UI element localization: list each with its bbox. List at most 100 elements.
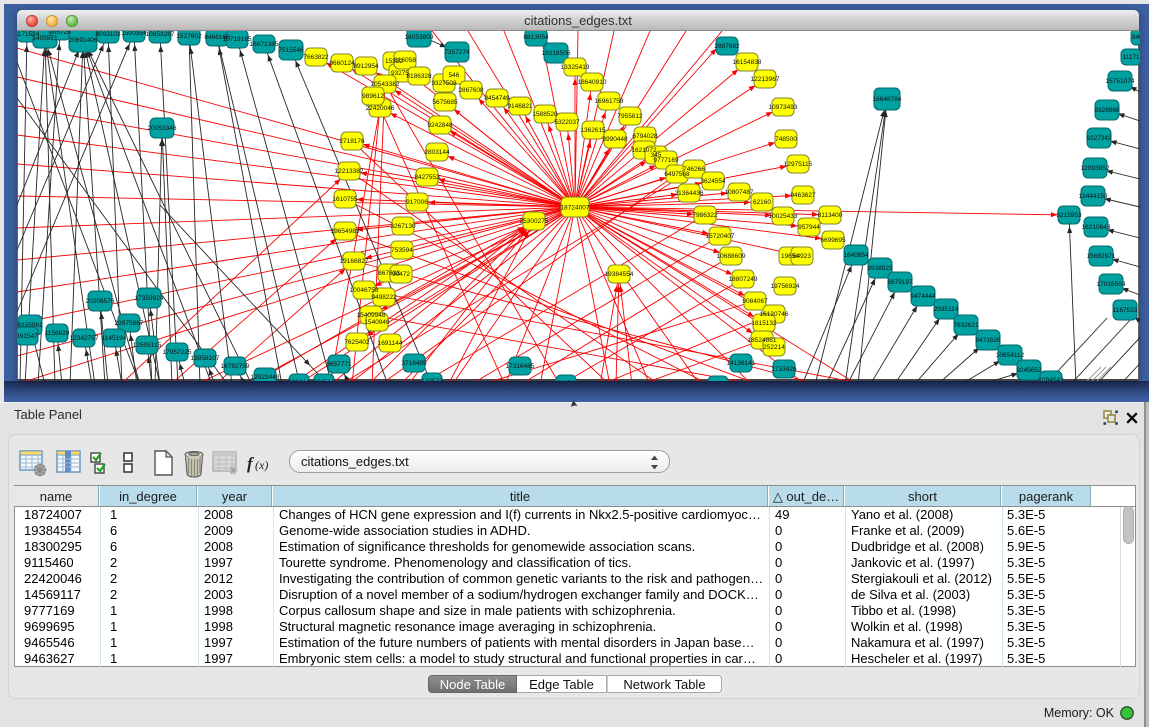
svg-text:8471626: 8471626: [975, 337, 1001, 344]
svg-text:13325419: 13325419: [561, 64, 590, 71]
svg-text:(x): (x): [255, 458, 268, 472]
svg-text:20206576: 20206576: [86, 298, 115, 305]
svg-text:9498222: 9498222: [371, 294, 397, 301]
svg-text:10025433: 10025433: [769, 213, 798, 220]
svg-text:9242848: 9242848: [427, 122, 453, 129]
svg-text:17016504: 17016504: [1097, 281, 1126, 288]
svg-text:12342757: 12342757: [70, 335, 99, 342]
svg-text:10807487: 10807487: [725, 189, 754, 196]
svg-text:9146821: 9146821: [507, 103, 533, 110]
svg-text:16671385: 16671385: [250, 41, 279, 48]
svg-text:92450: 92450: [557, 380, 575, 381]
svg-text:7515546: 7515546: [278, 47, 304, 54]
svg-text:15409948: 15409948: [357, 312, 386, 319]
svg-text:1527602: 1527602: [176, 33, 202, 40]
svg-text:19958107: 19958107: [191, 355, 220, 362]
svg-text:2867608: 2867608: [458, 87, 484, 94]
svg-text:19384554: 19384554: [605, 271, 634, 278]
svg-text:2887682: 2887682: [714, 43, 740, 50]
svg-text:1588520: 1588520: [532, 111, 558, 118]
svg-text:7955812: 7955812: [617, 113, 643, 120]
svg-text:753594: 753594: [391, 247, 413, 254]
svg-text:1167533: 1167533: [1113, 307, 1138, 314]
svg-text:17359924: 17359924: [135, 295, 164, 302]
svg-text:9245652: 9245652: [1016, 367, 1042, 374]
svg-text:16648784: 16648784: [873, 96, 902, 103]
svg-text:1405571: 1405571: [32, 35, 58, 42]
svg-text:62160: 62160: [753, 199, 771, 206]
svg-text:1610755: 1610755: [332, 196, 358, 203]
svg-text:14136141: 14136141: [727, 360, 756, 367]
svg-text:23975867: 23975867: [115, 320, 144, 327]
svg-text:8093103: 8093103: [95, 31, 121, 38]
svg-text:10973493: 10973493: [769, 104, 798, 111]
svg-text:20691406: 20691406: [69, 37, 98, 44]
svg-text:8813054: 8813054: [523, 34, 549, 41]
svg-text:3716485: 3716485: [401, 360, 427, 367]
svg-text:10654112: 10654112: [996, 352, 1025, 359]
svg-text:25300275: 25300275: [520, 218, 549, 225]
svg-text:10046758: 10046758: [350, 287, 379, 294]
svg-text:16210643: 16210643: [1082, 224, 1111, 231]
svg-text:10688609: 10688609: [717, 253, 746, 260]
svg-text:8454749: 8454749: [484, 95, 510, 102]
svg-text:19756924: 19756924: [771, 283, 800, 290]
svg-text:7357274: 7357274: [444, 49, 470, 56]
svg-text:9657771: 9657771: [326, 361, 352, 368]
svg-text:8912954: 8912954: [353, 63, 379, 70]
svg-text:252214: 252214: [763, 344, 785, 351]
svg-text:16154838: 16154838: [733, 59, 762, 66]
svg-text:746266: 746266: [683, 166, 705, 173]
svg-text:917006: 917006: [406, 199, 428, 206]
svg-text:1733426: 1733426: [771, 366, 797, 373]
svg-text:3267130: 3267130: [390, 223, 416, 230]
svg-text:15720407: 15720407: [706, 233, 735, 240]
svg-text:64923: 64923: [793, 253, 811, 260]
svg-text:8335061: 8335061: [17, 322, 43, 329]
svg-text:17316485: 17316485: [506, 363, 535, 370]
svg-text:1500354: 1500354: [121, 31, 147, 37]
svg-text:6794028: 6794028: [632, 133, 658, 140]
svg-text:9329966: 9329966: [1094, 107, 1120, 114]
svg-text:9474444: 9474444: [910, 293, 936, 300]
svg-text:3624554: 3624554: [700, 178, 726, 185]
svg-text:9084067: 9084067: [742, 298, 768, 305]
svg-text:10543382: 10543382: [371, 81, 400, 88]
svg-text:7625402: 7625402: [344, 339, 370, 346]
svg-text:12505115: 12505115: [133, 342, 162, 349]
svg-text:748500: 748500: [775, 136, 797, 143]
svg-text:2803144: 2803144: [424, 149, 450, 156]
svg-text:3215953: 3215953: [1056, 212, 1082, 219]
svg-text:9660124: 9660124: [329, 60, 355, 67]
svg-text:f: f: [247, 454, 255, 473]
svg-text:8113400: 8113400: [818, 212, 843, 219]
svg-text:12923448: 12923448: [251, 374, 280, 381]
svg-text:6699695: 6699695: [820, 237, 846, 244]
svg-text:12213967: 12213967: [751, 76, 780, 83]
svg-text:12444159: 12444159: [1079, 193, 1108, 200]
svg-text:5675685: 5675685: [432, 99, 458, 106]
svg-text:1540949: 1540949: [364, 319, 390, 326]
svg-text:19654983: 19654983: [331, 228, 360, 235]
svg-text:7986322: 7986322: [692, 212, 718, 219]
svg-text:804512: 804512: [313, 379, 335, 381]
svg-text:5322037: 5322037: [554, 119, 580, 126]
svg-text:12213382: 12213382: [335, 168, 364, 175]
svg-text:84620: 84620: [1132, 34, 1140, 41]
svg-text:18524861: 18524861: [748, 337, 777, 344]
svg-text:9463627: 9463627: [790, 192, 816, 199]
svg-text:2935114: 2935114: [934, 306, 959, 313]
svg-text:18807249: 18807249: [729, 276, 758, 283]
svg-text:391547: 391547: [17, 333, 38, 340]
svg-text:1156829: 1156829: [45, 330, 70, 337]
svg-text:12093852: 12093852: [1081, 165, 1110, 172]
svg-text:1640954: 1640954: [843, 252, 869, 259]
svg-text:7632621: 7632621: [953, 322, 979, 329]
svg-text:12975115: 12975115: [784, 161, 813, 168]
svg-text:1362615: 1362615: [580, 127, 606, 134]
svg-text:8427552: 8427552: [414, 174, 440, 181]
svg-text:1615132: 1615132: [751, 320, 777, 327]
svg-text:9227342: 9227342: [1086, 135, 1112, 142]
svg-text:9777169: 9777169: [653, 157, 679, 164]
svg-text:15692971: 15692971: [1087, 253, 1116, 260]
